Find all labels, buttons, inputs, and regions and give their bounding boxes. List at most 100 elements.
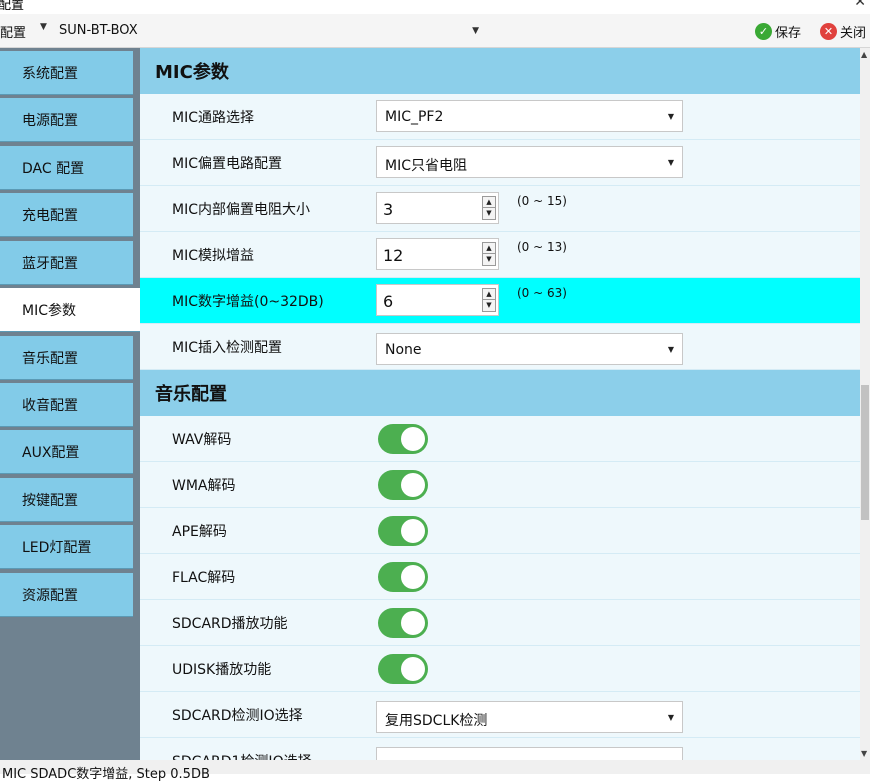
spinner-down-icon[interactable]: ▼ xyxy=(483,254,495,265)
mic-analog-gain-value: 12 xyxy=(383,246,404,265)
sidebar-item-keys[interactable]: 按键配置 xyxy=(0,478,133,522)
status-bar: MIC SDADC数字增益, Step 0.5DB xyxy=(0,760,870,782)
spinner-down-icon[interactable]: ▼ xyxy=(483,208,495,219)
spinner-up-icon[interactable]: ▲ xyxy=(483,289,495,300)
sidebar-item-dac[interactable]: DAC 配置 xyxy=(0,146,133,190)
sidebar-item-system[interactable]: 系统配置 xyxy=(0,51,133,95)
save-button-label: 保存 xyxy=(775,25,802,41)
mic-bias-resistor-label: MIC内部偏置电阻大小 xyxy=(172,202,310,218)
mic-insert-detect-select[interactable]: None ▼ xyxy=(376,333,683,365)
window-close-icon[interactable]: ✕ xyxy=(854,0,866,10)
status-text: MIC SDADC数字增益, Step 0.5DB xyxy=(2,767,210,782)
x-circle-icon: ✕ xyxy=(820,22,837,40)
wav-toggle[interactable] xyxy=(378,424,428,454)
udisk-play-label: UDISK播放功能 xyxy=(172,662,272,678)
mic-digital-gain-label: MIC数字增益(0~32DB) xyxy=(172,294,324,310)
check-circle-icon: ✓ xyxy=(755,22,772,40)
sdcard-play-label: SDCARD播放功能 xyxy=(172,616,288,632)
spinner-arrows[interactable]: ▲ ▼ xyxy=(482,288,496,312)
config-dropdown-caret-icon[interactable]: ▼ xyxy=(40,22,47,32)
mic-bias-resistor-range: (0 ~ 15) xyxy=(517,194,567,208)
mic-analog-gain-spinner[interactable]: 12 ▲ ▼ xyxy=(376,238,499,270)
mic-channel-label: MIC通路选择 xyxy=(172,110,254,126)
chevron-down-icon: ▼ xyxy=(667,345,674,354)
mic-digital-gain-value: 6 xyxy=(383,292,394,311)
row-wma: WMA解码 xyxy=(140,462,860,508)
title-bar: 配置 ✕ xyxy=(0,0,870,14)
mic-insert-detect-value: None xyxy=(385,342,422,358)
sidebar: 系统配置 电源配置 DAC 配置 充电配置 蓝牙配置 MIC参数 音乐配置 收音… xyxy=(0,48,140,760)
toggle-knob xyxy=(401,519,425,543)
row-mic-insert-detect: MIC插入检测配置 None ▼ xyxy=(140,324,860,370)
spinner-arrows[interactable]: ▲ ▼ xyxy=(482,242,496,266)
section-title-music: 音乐配置 xyxy=(140,370,860,416)
mic-digital-gain-spinner[interactable]: 6 ▲ ▼ xyxy=(376,284,499,316)
spinner-up-icon[interactable]: ▲ xyxy=(483,243,495,254)
device-select[interactable]: SUN-BT-BOX ▼ xyxy=(55,19,485,43)
mic-channel-value: MIC_PF2 xyxy=(385,109,444,125)
sidebar-item-power[interactable]: 电源配置 xyxy=(0,98,133,142)
sdcard-io-label: SDCARD检测IO选择 xyxy=(172,708,303,724)
vertical-scrollbar[interactable]: ▲ ▼ xyxy=(860,48,870,760)
scroll-up-icon[interactable]: ▲ xyxy=(861,50,867,59)
spinner-arrows[interactable]: ▲ ▼ xyxy=(482,196,496,220)
row-mic-channel: MIC通路选择 MIC_PF2 ▼ xyxy=(140,94,860,140)
mic-digital-gain-range: (0 ~ 63) xyxy=(517,286,567,300)
toggle-knob xyxy=(401,657,425,681)
save-button[interactable]: ✓ 保存 xyxy=(755,21,801,41)
sidebar-item-aux[interactable]: AUX配置 xyxy=(0,430,133,474)
sdcard-io-value: 复用SDCLK检测 xyxy=(385,713,488,729)
row-mic-bias-resistor: MIC内部偏置电阻大小 3 ▲ ▼ (0 ~ 15) xyxy=(140,186,860,232)
flac-label: FLAC解码 xyxy=(172,570,236,586)
mic-analog-gain-label: MIC模拟增益 xyxy=(172,248,254,264)
toggle-knob xyxy=(401,427,425,451)
sidebar-item-led[interactable]: LED灯配置 xyxy=(0,525,133,569)
row-wav: WAV解码 xyxy=(140,416,860,462)
sdcard-play-toggle[interactable] xyxy=(378,608,428,638)
section-title-mic: MIC参数 xyxy=(140,48,860,94)
mic-channel-select[interactable]: MIC_PF2 ▼ xyxy=(376,100,683,132)
config-label: 配置 xyxy=(0,26,27,41)
mic-bias-value: MIC只省电阻 xyxy=(385,158,467,174)
chevron-down-icon: ▼ xyxy=(667,713,674,722)
window-title: 配置 xyxy=(0,0,25,13)
chevron-down-icon: ▼ xyxy=(667,158,674,167)
toolbar: 配置 ▼ SUN-BT-BOX ▼ ✓ 保存 ✕ 关闭 xyxy=(0,14,870,48)
sdcard-io-select[interactable]: 复用SDCLK检测 ▼ xyxy=(376,701,683,733)
row-mic-analog-gain: MIC模拟增益 12 ▲ ▼ (0 ~ 13) xyxy=(140,232,860,278)
settings-panel: MIC参数 MIC通路选择 MIC_PF2 ▼ MIC偏置电路配置 MIC只省电… xyxy=(140,48,860,760)
row-mic-digital-gain: MIC数字增益(0~32DB) 6 ▲ ▼ (0 ~ 63) xyxy=(140,278,860,324)
sidebar-item-radio[interactable]: 收音配置 xyxy=(0,383,133,427)
spinner-down-icon[interactable]: ▼ xyxy=(483,300,495,311)
sidebar-item-mic[interactable]: MIC参数 xyxy=(0,288,140,332)
row-sdcard-io: SDCARD检测IO选择 复用SDCLK检测 ▼ xyxy=(140,692,860,738)
row-ape: APE解码 xyxy=(140,508,860,554)
toggle-knob xyxy=(401,473,425,497)
mic-bias-select[interactable]: MIC只省电阻 ▼ xyxy=(376,146,683,178)
scrollbar-thumb[interactable] xyxy=(861,385,869,520)
toggle-knob xyxy=(401,611,425,635)
mic-bias-label: MIC偏置电路配置 xyxy=(172,156,282,172)
wav-label: WAV解码 xyxy=(172,432,232,448)
mic-insert-detect-label: MIC插入检测配置 xyxy=(172,340,282,356)
spinner-up-icon[interactable]: ▲ xyxy=(483,197,495,208)
toggle-knob xyxy=(401,565,425,589)
mic-bias-resistor-spinner[interactable]: 3 ▲ ▼ xyxy=(376,192,499,224)
sdcard1-io-select[interactable] xyxy=(376,747,683,760)
mic-analog-gain-range: (0 ~ 13) xyxy=(517,240,567,254)
scroll-down-icon[interactable]: ▼ xyxy=(861,749,867,758)
ape-toggle[interactable] xyxy=(378,516,428,546)
sidebar-item-music[interactable]: 音乐配置 xyxy=(0,336,133,380)
close-button[interactable]: ✕ 关闭 xyxy=(820,21,866,41)
sidebar-item-bluetooth[interactable]: 蓝牙配置 xyxy=(0,241,133,285)
udisk-play-toggle[interactable] xyxy=(378,654,428,684)
sidebar-item-charge[interactable]: 充电配置 xyxy=(0,193,133,237)
flac-toggle[interactable] xyxy=(378,562,428,592)
wma-toggle[interactable] xyxy=(378,470,428,500)
sidebar-item-resources[interactable]: 资源配置 xyxy=(0,573,133,617)
row-sdcard1-io: SDCARD1检测IO选择 xyxy=(140,738,860,760)
row-udisk-play: UDISK播放功能 xyxy=(140,646,860,692)
row-mic-bias: MIC偏置电路配置 MIC只省电阻 ▼ xyxy=(140,140,860,186)
device-select-value: SUN-BT-BOX xyxy=(59,23,138,38)
mic-bias-resistor-value: 3 xyxy=(383,200,394,219)
